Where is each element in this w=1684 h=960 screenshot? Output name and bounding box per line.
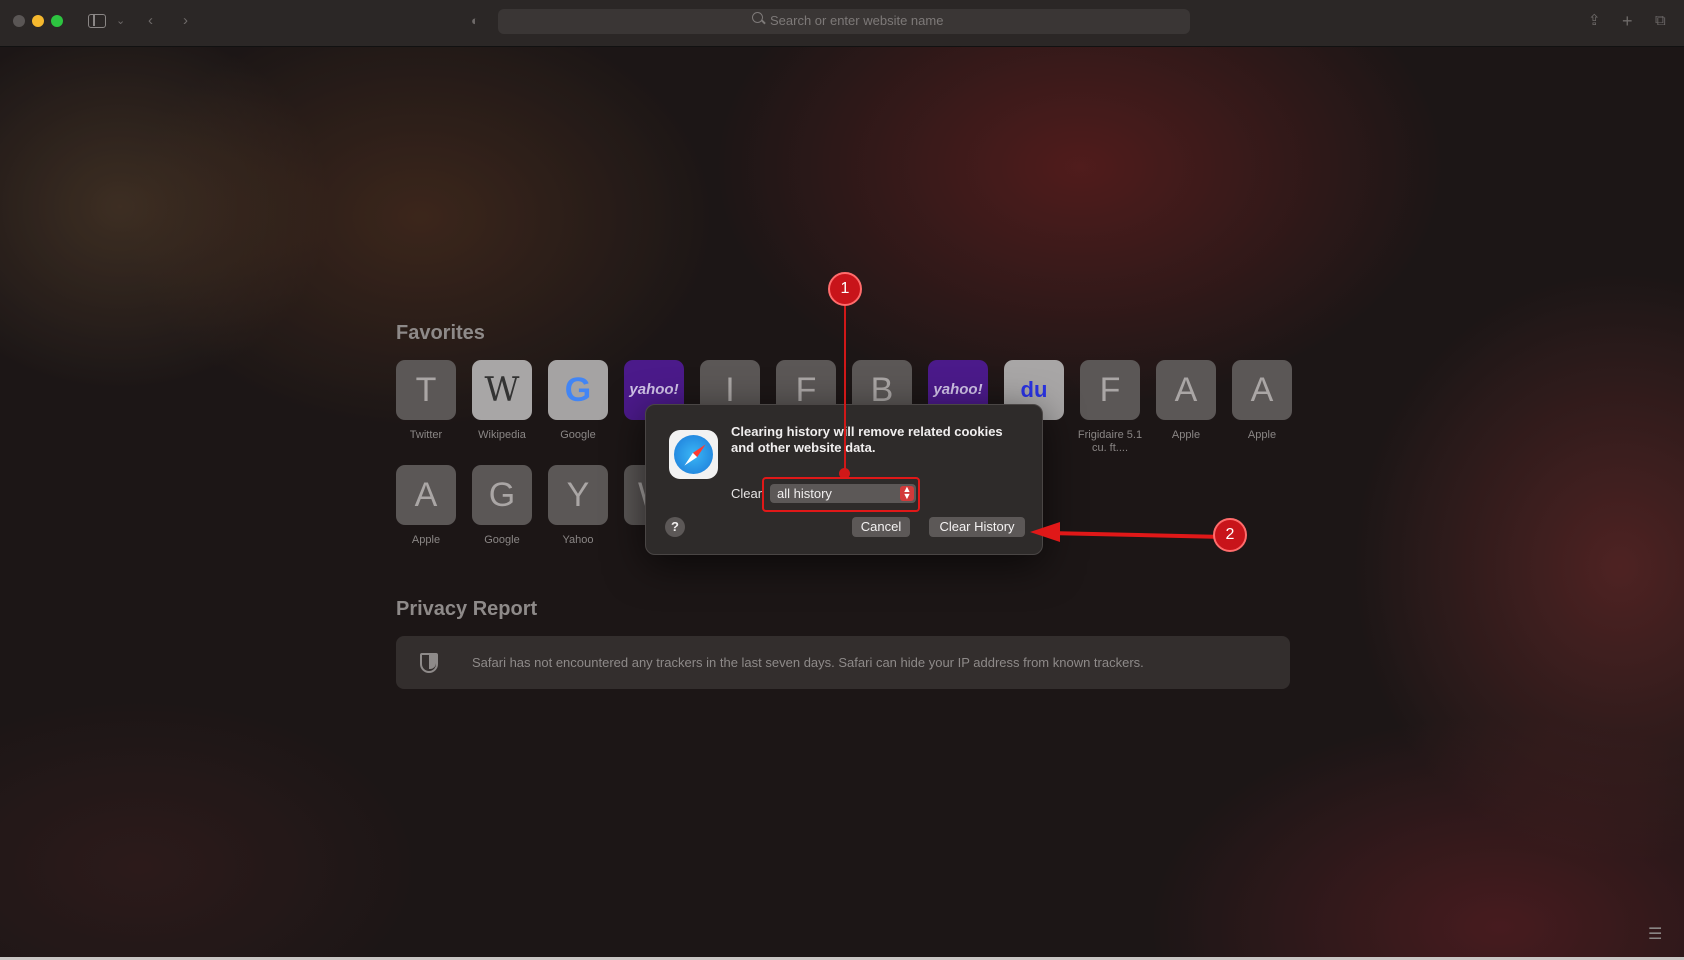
zoom-window-button[interactable]	[51, 15, 63, 27]
favorite-label: Google	[560, 429, 596, 441]
clear-history-button[interactable]: Clear History	[929, 517, 1025, 537]
favorite-label: Google	[484, 534, 520, 546]
cancel-button[interactable]: Cancel	[852, 517, 910, 537]
favorite-tile[interactable]: A	[1232, 360, 1292, 420]
annotation-step-1: 1	[828, 272, 862, 306]
safari-compass-icon	[669, 430, 718, 479]
search-icon	[752, 12, 763, 23]
favorites-title: Favorites	[396, 322, 485, 344]
chevron-down-icon[interactable]: ⌄	[116, 12, 125, 30]
favorite-label: Apple	[411, 534, 441, 546]
clear-range-label: Clear	[731, 486, 763, 501]
favorite-tile[interactable]: A	[1156, 360, 1216, 420]
share-icon[interactable]: ⇪	[1588, 12, 1601, 30]
annotation-arrow-head	[1030, 522, 1060, 542]
favorite-tile[interactable]: G	[472, 465, 532, 525]
favorite-tile[interactable]: G	[548, 360, 608, 420]
privacy-report-message: Safari has not encountered any trackers …	[472, 655, 1144, 670]
favorite-tile[interactable]: A	[396, 465, 456, 525]
address-placeholder[interactable]: Search or enter website name	[770, 13, 943, 28]
favorite-tile[interactable]: F	[1080, 360, 1140, 420]
favorite-tile[interactable]: W	[472, 360, 532, 420]
shield-icon	[420, 653, 438, 673]
privacy-shield-icon[interactable]: ◐	[471, 12, 479, 30]
favorite-label: Apple	[1171, 429, 1201, 441]
forward-icon[interactable]: ›	[183, 12, 188, 30]
annotation-step-2: 2	[1213, 518, 1247, 552]
minimize-window-button[interactable]	[32, 15, 44, 27]
favorite-label: Apple	[1247, 429, 1277, 441]
annotation-line-1	[844, 306, 846, 472]
close-window-button[interactable]	[13, 15, 25, 27]
privacy-report-title: Privacy Report	[396, 598, 538, 620]
dialog-message: Clearing history will remove related coo…	[731, 424, 1003, 455]
help-button[interactable]: ?	[665, 517, 685, 537]
back-icon[interactable]: ‹	[148, 12, 153, 30]
customize-settings-icon[interactable]: ☰	[1648, 924, 1670, 943]
sidebar-icon[interactable]	[88, 14, 106, 28]
annotation-highlight-box	[762, 477, 920, 512]
favorite-tile[interactable]: Y	[548, 465, 608, 525]
favorite-label: Frigidaire 5.1 cu. ft....	[1077, 429, 1143, 454]
new-tab-icon[interactable]: +	[1622, 12, 1633, 30]
favorite-tile[interactable]: T	[396, 360, 456, 420]
favorite-label: Twitter	[409, 429, 443, 441]
tab-overview-icon[interactable]: ⧉	[1655, 12, 1666, 30]
safari-toolbar: ⌄ ‹ › ◐ Search or enter website name ⇪ +…	[0, 0, 1684, 47]
favorite-label: Yahoo	[562, 534, 594, 546]
favorite-label: Wikipedia	[478, 429, 526, 441]
